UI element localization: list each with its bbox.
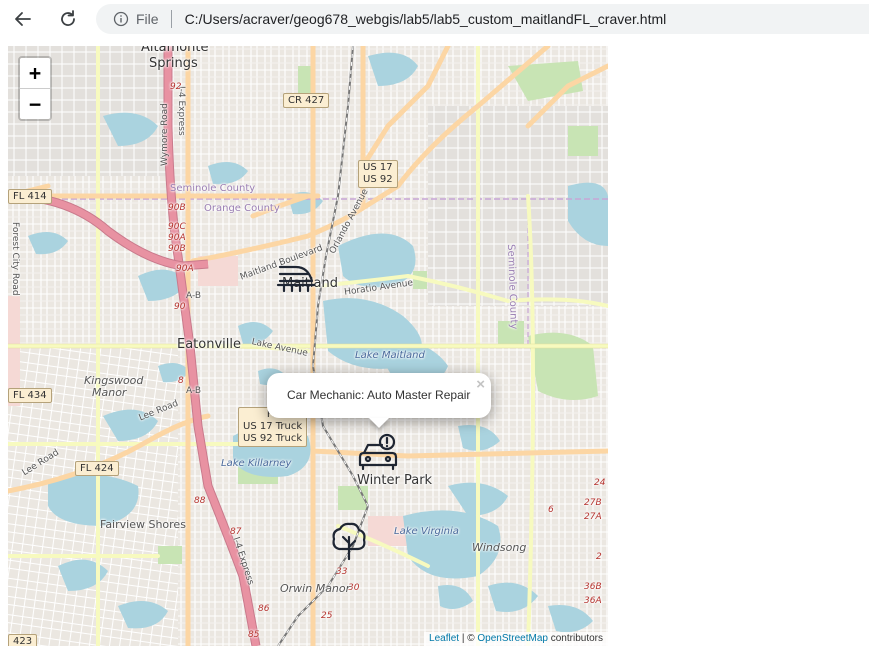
leaflet-map[interactable]: Seminole County Orange County Seminole C… <box>8 46 608 646</box>
shield-line: US 17 Truck <box>243 421 303 432</box>
attribution-separator: | © <box>459 633 478 644</box>
exit-number: 90 <box>174 302 186 312</box>
place-label: Orwin Manor <box>280 582 351 595</box>
route-shield-423: 423 <box>8 634 38 646</box>
place-label: Springs <box>149 56 198 71</box>
place-label: Fairview Shores <box>100 518 186 531</box>
exit-number: 27B <box>584 498 602 508</box>
browser-toolbar: File C:/Users/acraver/geog678_webgis/lab… <box>0 0 869 38</box>
car-mechanic-icon[interactable] <box>358 433 398 471</box>
back-arrow-icon <box>15 12 31 26</box>
openstreetmap-link[interactable]: OpenStreetMap <box>477 633 548 644</box>
park-tree-icon[interactable] <box>331 521 367 561</box>
exit-number: 36A <box>584 596 602 606</box>
exit-number: 33 <box>336 567 348 577</box>
exit-number: 86 <box>258 604 270 614</box>
exit-number: 88 <box>194 496 206 506</box>
exit-number: 85 <box>248 630 260 640</box>
exit-number: 90B <box>168 244 186 254</box>
route-shield-fl414: FL 414 <box>8 189 52 204</box>
route-shield-fl424: FL 424 <box>75 461 119 476</box>
zoom-out-button[interactable]: − <box>20 89 50 119</box>
exit-number: 87 <box>230 527 242 537</box>
popup-content: Car Mechanic: Auto Master Repair <box>287 388 471 402</box>
address-separator <box>170 10 172 28</box>
reload-button[interactable] <box>54 5 82 33</box>
attribution-contributors: contributors <box>547 633 603 644</box>
marker-popup: Car Mechanic: Auto Master Repair × <box>267 373 491 428</box>
file-scheme-label: File <box>136 11 159 27</box>
zoom-control: + − <box>18 56 52 121</box>
exit-number: 8 <box>178 376 184 386</box>
shield-line: US 92 Truck <box>243 433 303 444</box>
exit-number: 27A <box>584 512 602 522</box>
popup-tip <box>369 418 389 428</box>
exit-number: 90A <box>168 233 186 243</box>
road-label: Forest City Road <box>10 222 20 296</box>
shield-line: US 17 <box>363 162 393 173</box>
zoom-in-button[interactable]: + <box>20 58 50 89</box>
road-label: A-B <box>186 386 202 396</box>
map-attribution: Leaflet | © OpenStreetMap contributors <box>424 632 608 646</box>
route-shield-cr427: CR 427 <box>283 93 330 108</box>
route-shield-fl434: FL 434 <box>8 388 52 403</box>
place-label: Winter Park <box>357 473 433 488</box>
exit-number: 90B <box>168 203 186 213</box>
county-label: Orange County <box>204 203 280 214</box>
place-label: Altamonte <box>141 46 209 55</box>
road-label: A-B <box>186 291 202 301</box>
exit-number: 25 <box>321 611 333 621</box>
osm-tile-layer <box>8 46 608 646</box>
road-label: I-4 Express <box>176 86 186 136</box>
leaflet-link[interactable]: Leaflet <box>429 633 459 644</box>
url-text[interactable]: C:/Users/acraver/geog678_webgis/lab5/lab… <box>185 11 667 27</box>
exit-number: 2 <box>596 552 602 562</box>
place-label: Eatonville <box>177 337 241 352</box>
address-bar[interactable]: File C:/Users/acraver/geog678_webgis/lab… <box>96 4 869 34</box>
exit-number: 36B <box>584 582 602 592</box>
info-icon[interactable] <box>113 11 129 27</box>
route-shield-us17: US 17 US 92 <box>358 160 398 188</box>
shield-line: US 92 <box>363 174 393 185</box>
reload-icon <box>61 10 75 26</box>
lake-label: Lake Killarney <box>221 458 292 469</box>
road-label: Wymore Road <box>160 103 170 166</box>
train-station-icon[interactable] <box>276 261 316 295</box>
exit-number: 92 <box>170 82 182 92</box>
lake-label: Lake Virginia <box>394 526 459 537</box>
exit-number: 90A <box>176 264 194 274</box>
exit-number: 90C <box>168 222 186 232</box>
exit-number: 24 <box>594 478 606 488</box>
popup-close-button[interactable]: × <box>476 376 485 393</box>
county-label: Seminole County <box>170 183 256 194</box>
lake-label: Lake Maitland <box>355 350 425 361</box>
place-label: Manor <box>92 386 127 399</box>
place-label: Windsong <box>472 541 527 554</box>
back-button[interactable] <box>9 5 37 33</box>
exit-number: 6 <box>548 505 554 515</box>
